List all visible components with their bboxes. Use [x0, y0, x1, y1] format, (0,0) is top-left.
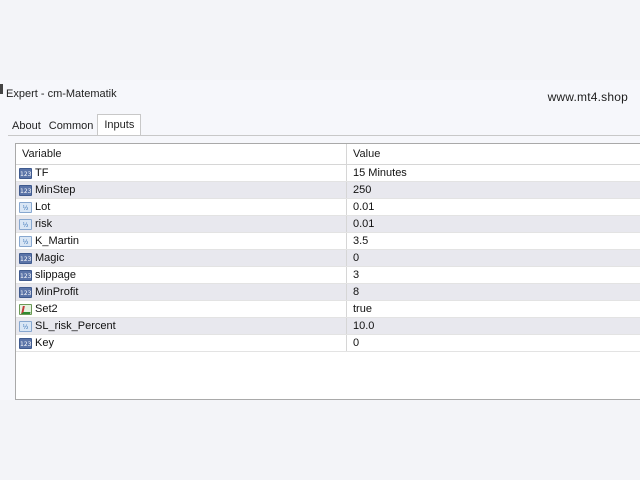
- value-cell[interactable]: 10.0: [346, 317, 640, 335]
- variable-name: Lot: [35, 201, 51, 213]
- variable-cell[interactable]: 123 slippage: [16, 266, 347, 284]
- column-header-variable[interactable]: Variable: [16, 144, 347, 165]
- double-type-icon: ½: [19, 320, 32, 332]
- double-type-icon: ½: [19, 235, 32, 247]
- tab-inputs[interactable]: Inputs: [97, 114, 142, 136]
- variable-name: K_Martin: [35, 235, 80, 247]
- value-cell[interactable]: 0.01: [346, 215, 640, 233]
- variable-cell[interactable]: ½ SL_risk_Percent: [16, 317, 347, 335]
- tab-about[interactable]: About: [8, 117, 45, 135]
- table-row[interactable]: ½ Lot 0.01: [16, 198, 640, 216]
- value-cell[interactable]: 250: [346, 181, 640, 199]
- table-row[interactable]: 123 MinStep 250: [16, 181, 640, 199]
- inputs-table: Variable Value 123 TF 15 Minutes 123 MinStep…: [16, 144, 640, 352]
- enum-type-icon: 123: [19, 167, 32, 179]
- watermark-text: www.mt4.shop: [547, 90, 628, 104]
- value-cell[interactable]: 0.01: [346, 198, 640, 216]
- table-row[interactable]: 123 Magic 0: [16, 249, 640, 267]
- variable-cell[interactable]: Set2: [16, 300, 347, 318]
- double-type-icon: ½: [19, 218, 32, 230]
- variable-name: slippage: [35, 269, 76, 281]
- integer-type-icon: 123: [19, 184, 32, 196]
- tab-common[interactable]: Common: [45, 117, 98, 135]
- variable-cell[interactable]: 123 MinStep: [16, 181, 347, 199]
- expert-properties-dialog: Expert - cm-Matematik www.mt4.shop About…: [0, 80, 640, 400]
- double-type-icon: ½: [19, 201, 32, 213]
- variable-cell[interactable]: 123 MinProfit: [16, 283, 347, 301]
- value-cell[interactable]: 0: [346, 334, 640, 352]
- value-cell[interactable]: 8: [346, 283, 640, 301]
- variable-name: risk: [35, 218, 53, 230]
- tab-bar: About Common Inputs: [8, 114, 142, 136]
- variable-cell[interactable]: ½ Lot: [16, 198, 347, 216]
- integer-type-icon: 123: [19, 269, 32, 281]
- column-header-value[interactable]: Value: [346, 144, 640, 165]
- inputs-grid: Variable Value 123 TF 15 Minutes 123 MinStep…: [15, 143, 640, 400]
- table-header-row: Variable Value: [16, 144, 640, 165]
- variable-cell[interactable]: ½ K_Martin: [16, 232, 347, 250]
- bool-type-icon: [19, 303, 32, 315]
- table-row[interactable]: ½ risk 0.01: [16, 215, 640, 233]
- variable-name: MinProfit: [35, 286, 79, 298]
- variable-name: TF: [35, 167, 49, 179]
- window-title: Expert - cm-Matematik: [6, 88, 117, 100]
- table-row[interactable]: 123 Key 0: [16, 334, 640, 352]
- window-edge: [0, 84, 3, 94]
- value-cell[interactable]: 15 Minutes: [346, 164, 640, 182]
- variable-cell[interactable]: 123 TF: [16, 164, 347, 182]
- table-row[interactable]: ½ K_Martin 3.5: [16, 232, 640, 250]
- variable-name: Key: [35, 337, 54, 349]
- table-row[interactable]: 123 MinProfit 8: [16, 283, 640, 301]
- value-cell[interactable]: 3.5: [346, 232, 640, 250]
- variable-name: Set2: [35, 303, 58, 315]
- table-row[interactable]: Set2 true: [16, 300, 640, 318]
- value-cell[interactable]: 3: [346, 266, 640, 284]
- variable-cell[interactable]: 123 Magic: [16, 249, 347, 267]
- integer-type-icon: 123: [19, 252, 32, 264]
- value-cell[interactable]: 0: [346, 249, 640, 267]
- variable-cell[interactable]: ½ risk: [16, 215, 347, 233]
- table-row[interactable]: 123 TF 15 Minutes: [16, 164, 640, 182]
- variable-name: SL_risk_Percent: [35, 320, 116, 332]
- integer-type-icon: 123: [19, 337, 32, 349]
- table-row[interactable]: 123 slippage 3: [16, 266, 640, 284]
- table-row[interactable]: ½ SL_risk_Percent 10.0: [16, 317, 640, 335]
- tab-divider: [8, 135, 640, 136]
- value-cell[interactable]: true: [346, 300, 640, 318]
- variable-name: MinStep: [35, 184, 76, 196]
- variable-cell[interactable]: 123 Key: [16, 334, 347, 352]
- variable-name: Magic: [35, 252, 65, 264]
- integer-type-icon: 123: [19, 286, 32, 298]
